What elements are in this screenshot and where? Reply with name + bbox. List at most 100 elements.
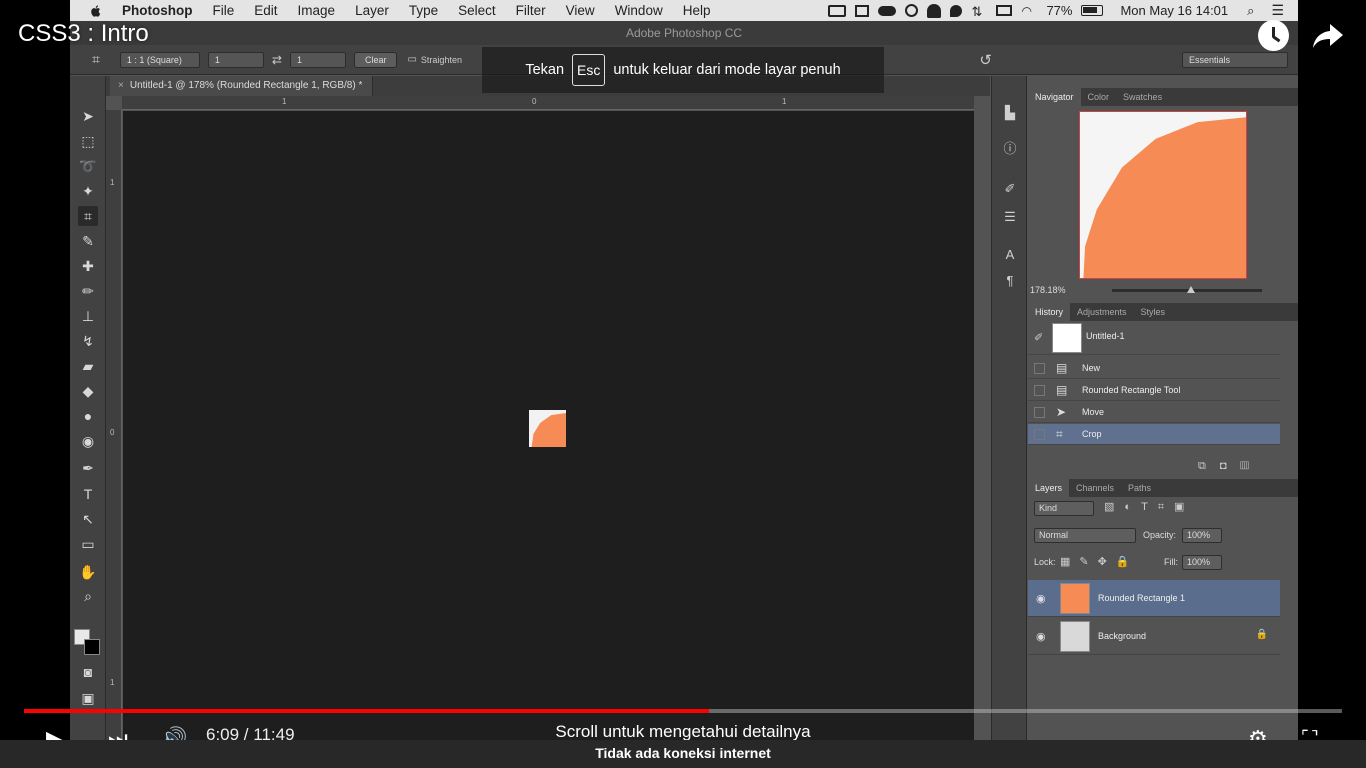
document-tab[interactable]: × Untitled-1 @ 178% (Rounded Rectangle 1,… bbox=[110, 76, 374, 96]
notification-center-icon[interactable]: ☰ bbox=[1271, 2, 1284, 19]
healing-brush-icon[interactable]: ✚ bbox=[78, 256, 98, 276]
marquee-tool-icon[interactable]: ⬚ bbox=[78, 131, 98, 151]
histogram-icon[interactable]: ▙ bbox=[1001, 104, 1019, 122]
history-checkbox[interactable] bbox=[1034, 363, 1045, 374]
lasso-tool-icon[interactable]: ➰ bbox=[78, 156, 98, 176]
straighten-button[interactable]: Straighten bbox=[421, 55, 462, 65]
type-tool-icon[interactable]: T bbox=[78, 484, 98, 504]
menu-type[interactable]: Type bbox=[399, 3, 448, 18]
pen-tool-icon[interactable]: ✒ bbox=[78, 458, 98, 478]
path-selection-icon[interactable]: ↖ bbox=[78, 509, 98, 529]
visibility-eye-icon[interactable]: ◉ bbox=[1036, 630, 1046, 643]
spotlight-icon[interactable]: ⌕ bbox=[1247, 3, 1254, 19]
blur-tool-icon[interactable]: ● bbox=[78, 406, 98, 426]
menu-edit[interactable]: Edit bbox=[244, 3, 287, 18]
video-title[interactable]: CSS3 : Intro bbox=[18, 20, 149, 48]
apple-icon[interactable] bbox=[86, 4, 106, 18]
menu-layer[interactable]: Layer bbox=[345, 3, 399, 18]
history-checkbox[interactable] bbox=[1034, 429, 1045, 440]
sync-icon[interactable] bbox=[905, 4, 919, 17]
tab-adjustments[interactable]: Adjustments bbox=[1070, 303, 1134, 321]
history-brush-icon[interactable]: ↯ bbox=[78, 331, 98, 351]
straighten-icon[interactable]: ▭ bbox=[407, 54, 416, 65]
brush-tool-icon[interactable]: ✏ bbox=[78, 281, 98, 301]
rounded-rectangle-shape[interactable] bbox=[529, 410, 566, 447]
tool-presets-icon[interactable]: ☰ bbox=[1001, 208, 1019, 226]
history-checkbox[interactable] bbox=[1034, 407, 1045, 418]
menu-select[interactable]: Select bbox=[448, 3, 506, 18]
snapshot-camera-icon[interactable]: ◘ bbox=[1220, 460, 1241, 472]
history-item[interactable]: ▤ Rounded Rectangle Tool bbox=[1028, 380, 1280, 401]
document-canvas[interactable] bbox=[123, 111, 974, 740]
magic-wand-icon[interactable]: ✦ bbox=[78, 181, 98, 201]
menu-image[interactable]: Image bbox=[288, 3, 346, 18]
swap-dimensions-icon[interactable]: ⇄ bbox=[272, 53, 282, 67]
blend-mode-select[interactable]: Normal bbox=[1034, 528, 1136, 543]
menubar-clock[interactable]: Mon May 16 14:01 bbox=[1120, 3, 1228, 18]
lock-pixels-icon[interactable]: ✎ bbox=[1079, 556, 1097, 568]
character-icon[interactable]: A bbox=[1001, 246, 1019, 264]
new-document-from-state-icon[interactable]: ⧉ bbox=[1198, 460, 1220, 472]
video-progress-bar[interactable] bbox=[24, 709, 1342, 713]
menu-window[interactable]: Window bbox=[605, 3, 673, 18]
layer-filter-kind[interactable]: Kind bbox=[1034, 501, 1094, 516]
paint-bucket-icon[interactable]: ◆ bbox=[78, 381, 98, 401]
tab-history[interactable]: History bbox=[1028, 303, 1071, 321]
layer-row[interactable]: ◉ Rounded Rectangle 1 bbox=[1028, 580, 1280, 617]
eyedropper-icon[interactable]: ✎ bbox=[78, 231, 98, 251]
history-snapshot[interactable]: ✐ Untitled-1 bbox=[1028, 321, 1280, 355]
delete-icon[interactable]: ▥ bbox=[1241, 460, 1263, 472]
background-color-swatch[interactable] bbox=[84, 639, 100, 655]
close-tab-icon[interactable]: × bbox=[118, 80, 124, 91]
shape-filter-icon[interactable]: ⌗ bbox=[1158, 501, 1174, 513]
wifi-sync-icon[interactable]: ⇅ bbox=[971, 4, 987, 19]
wifi-icon[interactable]: ◠ bbox=[1021, 4, 1037, 18]
crop-height-field[interactable]: 1 bbox=[289, 51, 346, 68]
move-tool-icon[interactable]: ➤ bbox=[78, 106, 98, 126]
watch-later-icon[interactable] bbox=[1258, 20, 1289, 51]
type-filter-icon[interactable]: T bbox=[1141, 501, 1158, 513]
tab-layers[interactable]: Layers bbox=[1028, 479, 1070, 497]
paragraph-icon[interactable]: ¶ bbox=[1001, 272, 1019, 290]
navigator-zoom-slider[interactable] bbox=[1112, 286, 1262, 293]
layer-row[interactable]: ◉ Background 🔒 bbox=[1028, 618, 1280, 655]
screen-mode-icon[interactable]: ▣ bbox=[78, 688, 98, 708]
tab-paths[interactable]: Paths bbox=[1121, 479, 1158, 497]
pixel-filter-icon[interactable]: ▧ bbox=[1104, 501, 1124, 513]
menu-filter[interactable]: Filter bbox=[506, 3, 556, 18]
smart-filter-icon[interactable]: ▣ bbox=[1174, 501, 1194, 513]
workspace-select[interactable]: Essentials bbox=[1182, 51, 1288, 68]
hand-tool-icon[interactable]: ✋ bbox=[78, 562, 98, 582]
lock-position-icon[interactable]: ✥ bbox=[1098, 556, 1116, 568]
quick-mask-icon[interactable]: ◙ bbox=[78, 662, 98, 682]
tab-swatches[interactable]: Swatches bbox=[1116, 88, 1169, 106]
fill-field[interactable]: 100% bbox=[1182, 555, 1222, 570]
crop-tool-icon[interactable]: ⌗ bbox=[78, 206, 98, 226]
clear-button[interactable]: Clear bbox=[353, 51, 398, 68]
reset-icon[interactable]: ↺ bbox=[979, 51, 992, 69]
crop-ratio-select[interactable]: 1 : 1 (Square) bbox=[119, 51, 200, 68]
crop-width-field[interactable]: 1 bbox=[207, 51, 264, 68]
tab-channels[interactable]: Channels bbox=[1069, 479, 1121, 497]
eraser-icon[interactable]: ▰ bbox=[78, 356, 98, 376]
screen-icon[interactable] bbox=[855, 4, 870, 17]
pin-icon[interactable] bbox=[950, 4, 963, 17]
camera-icon[interactable] bbox=[828, 4, 847, 17]
tab-navigator[interactable]: Navigator bbox=[1028, 88, 1081, 106]
history-checkbox[interactable] bbox=[1034, 385, 1045, 396]
ghost-icon[interactable] bbox=[927, 3, 942, 18]
lock-transparency-icon[interactable]: ▦ bbox=[1060, 556, 1079, 568]
info-icon[interactable]: ⓘ bbox=[1001, 140, 1019, 158]
dodge-tool-icon[interactable]: ◉ bbox=[78, 431, 98, 451]
shape-tool-icon[interactable]: ▭ bbox=[78, 534, 98, 554]
tab-styles[interactable]: Styles bbox=[1134, 303, 1173, 321]
crop-tool-icon[interactable]: ⌗ bbox=[92, 51, 100, 68]
airplay-icon[interactable] bbox=[996, 5, 1013, 16]
menu-view[interactable]: View bbox=[556, 3, 605, 18]
menu-help[interactable]: Help bbox=[673, 3, 721, 18]
visibility-eye-icon[interactable]: ◉ bbox=[1036, 592, 1046, 605]
battery-icon[interactable] bbox=[1081, 5, 1104, 16]
history-item[interactable]: ➤ Move bbox=[1028, 402, 1280, 423]
navigator-zoom-value[interactable]: 178.18% bbox=[1030, 285, 1066, 295]
menu-file[interactable]: File bbox=[203, 3, 245, 18]
